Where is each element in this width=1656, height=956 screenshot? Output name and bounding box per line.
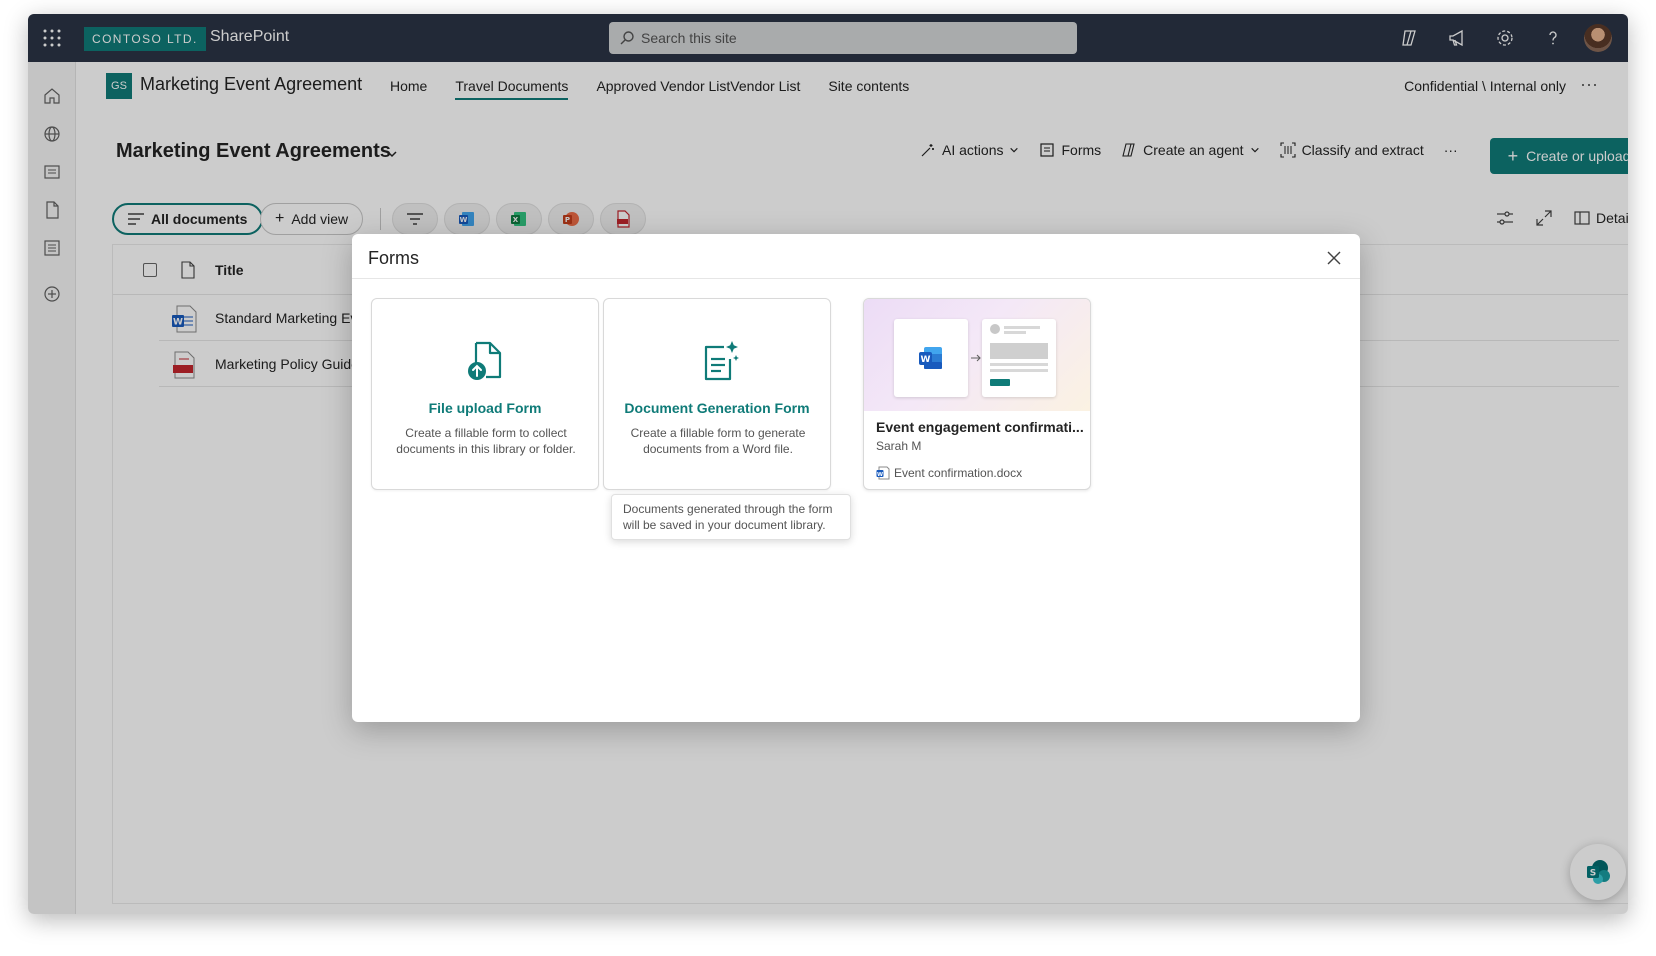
template-title: Event engagement confirmati... <box>876 419 1084 435</box>
close-icon[interactable] <box>1324 248 1344 268</box>
preview-source-doc: W <box>894 319 968 397</box>
svg-text:W: W <box>877 472 883 478</box>
form-preview-icon <box>990 324 1048 386</box>
template-preview: W <box>864 299 1090 411</box>
template-file-name: Event confirmation.docx <box>894 466 1023 480</box>
template-author: Sarah M <box>876 439 922 453</box>
preview-generated-form <box>982 319 1056 397</box>
arrow-right-icon <box>971 354 981 362</box>
svg-text:W: W <box>921 355 931 365</box>
file-upload-form-card[interactable]: File upload Form Create a fillable form … <box>371 298 599 490</box>
sharepoint-window: CONTOSO LTD. SharePoint Search this site <box>28 14 1628 914</box>
tooltip: Documents generated through the form wil… <box>611 494 851 540</box>
card-title: File upload Form <box>428 400 542 416</box>
card-title: Document Generation Form <box>624 400 810 416</box>
dialog-title: Forms <box>368 248 419 268</box>
forms-dialog: Forms File upload Form Create a fillable… <box>352 234 1360 722</box>
word-icon: W <box>919 347 942 369</box>
template-card[interactable]: W Event engagement confirmati... Sarah M… <box>863 298 1091 490</box>
card-description: Create a fillable form to collect docume… <box>396 426 576 456</box>
word-icon: W <box>876 466 890 480</box>
card-description: Create a fillable form to generate docum… <box>630 426 806 456</box>
document-sparkle-icon <box>704 341 739 381</box>
document-generation-form-card[interactable]: Document Generation Form Create a fillab… <box>603 298 831 490</box>
divider <box>352 278 1360 279</box>
file-upload-icon <box>468 341 502 380</box>
template-file: W Event confirmation.docx <box>876 466 1022 480</box>
